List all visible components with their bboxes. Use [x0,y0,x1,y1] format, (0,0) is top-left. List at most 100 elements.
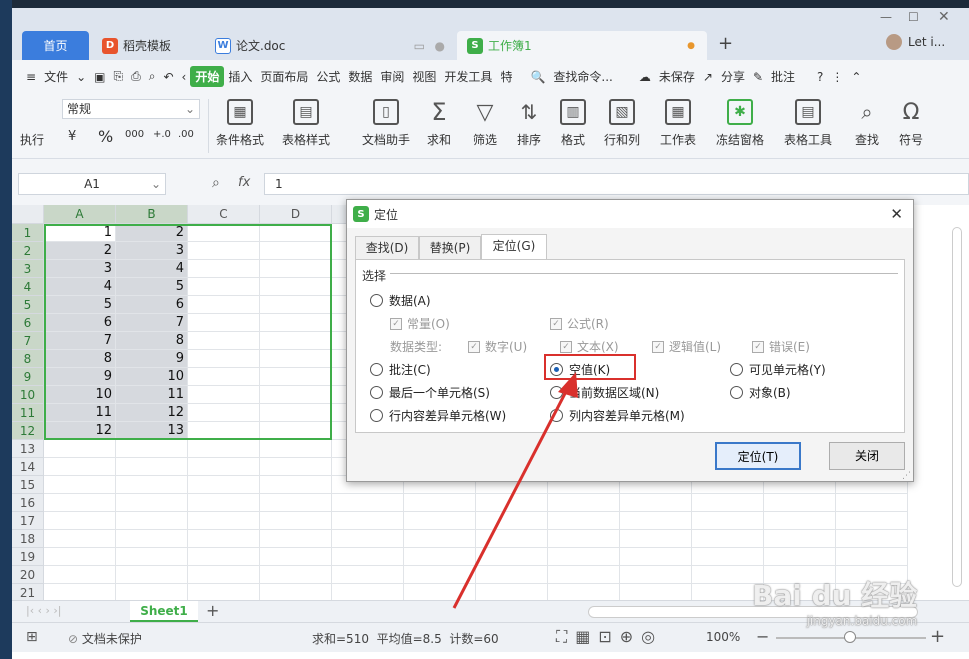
menu-page-layout[interactable]: 页面布局 [256,68,312,85]
row-header-15[interactable]: 15 [12,476,44,494]
cell[interactable] [188,440,260,458]
radio-current-region-circle[interactable] [550,386,563,399]
menu-home[interactable]: 开始 [190,66,225,87]
cell[interactable] [404,512,476,530]
cell[interactable] [44,584,116,600]
row-header-6[interactable]: 6 [12,314,44,332]
cell[interactable]: 10 [116,368,188,386]
cell[interactable] [260,530,332,548]
cell[interactable] [548,530,620,548]
share-icon[interactable]: ↗ [699,70,717,84]
cell[interactable] [188,530,260,548]
cell[interactable] [404,530,476,548]
column-header-a[interactable]: A [44,205,116,224]
locate-button[interactable]: 定位(T) [715,442,801,470]
cell[interactable] [260,404,332,422]
cell[interactable] [476,566,548,584]
view-mode-icons[interactable]: ⛶▦⊡⊕◎ [556,627,663,647]
symbol-button[interactable]: Ω 符号 [898,99,924,148]
cell[interactable]: 11 [116,386,188,404]
cell[interactable] [476,584,548,600]
maximize-button[interactable]: ☐ [908,10,919,24]
radio-last-cell[interactable]: 最后一个单元格(S) [370,384,490,401]
row-header-11[interactable]: 11 [12,404,44,422]
menu-data[interactable]: 数据 [344,68,376,85]
row-header-19[interactable]: 19 [12,548,44,566]
cell[interactable] [836,512,908,530]
row-header-8[interactable]: 8 [12,350,44,368]
formula-input[interactable]: 1 [264,173,969,195]
menu-view[interactable]: 视图 [408,68,440,85]
cell[interactable]: 6 [116,296,188,314]
cell[interactable] [188,404,260,422]
cell[interactable] [764,494,836,512]
cell[interactable] [116,494,188,512]
menu-insert[interactable]: 插入 [224,68,256,85]
rowcol-button[interactable]: ▧ 行和列 [604,99,640,148]
save-icon[interactable]: ▣ [90,70,109,84]
radio-comment-circle[interactable] [370,363,383,376]
resize-grip-icon[interactable]: ⋰ [902,471,911,481]
unsaved-status[interactable]: 未保存 [655,68,699,85]
row-header-16[interactable]: 16 [12,494,44,512]
find-button[interactable]: ⌕ 查找 [854,99,880,148]
corner-select-all[interactable] [12,205,44,224]
tab-find[interactable]: 查找(D) [355,236,419,260]
cell[interactable] [620,584,692,600]
tab-workbook[interactable]: S 工作簿1 ● [457,31,707,60]
cell[interactable] [692,548,764,566]
cell[interactable] [188,386,260,404]
cell[interactable] [188,296,260,314]
row-header-12[interactable]: 12 [12,422,44,440]
zoom-out-button[interactable]: − [756,627,769,646]
new-tab-button[interactable]: + [718,33,733,54]
cell[interactable] [548,494,620,512]
cell[interactable] [620,566,692,584]
cell[interactable] [620,530,692,548]
protect-status[interactable]: ⊘ 文档未保护 [68,630,142,647]
cell[interactable]: 2 [116,224,188,242]
preview-icon[interactable]: ⌕ [145,69,160,84]
cell[interactable] [116,548,188,566]
undo-icon[interactable]: ↶ [159,70,177,84]
cell[interactable] [188,548,260,566]
cell[interactable] [44,530,116,548]
tab-home[interactable]: 首页 [22,31,89,60]
add-sheet-button[interactable]: + [206,601,219,620]
avatar[interactable] [886,34,902,50]
cell[interactable] [836,548,908,566]
radio-visible-circle[interactable] [730,363,743,376]
cell[interactable] [692,530,764,548]
cell[interactable]: 9 [116,350,188,368]
cell[interactable] [692,494,764,512]
cell[interactable] [404,566,476,584]
tab-replace[interactable]: 替换(P) [419,236,481,260]
cloud-icon[interactable]: ☁ [635,70,655,84]
sheet-nav-icons[interactable]: |‹ ‹ › ›| [26,604,62,617]
row-header-2[interactable]: 2 [12,242,44,260]
cell[interactable] [44,566,116,584]
cond-format-button[interactable]: ▦ 条件格式 [216,99,264,148]
sort-button[interactable]: ⇅ 排序 [516,99,542,148]
cell[interactable] [476,530,548,548]
cell[interactable] [260,242,332,260]
freeze-button[interactable]: ✱ 冻结窗格 [716,99,764,148]
row-header-9[interactable]: 9 [12,368,44,386]
menu-review[interactable]: 审阅 [376,68,408,85]
cell[interactable] [260,458,332,476]
tab-templates[interactable]: D 稻壳模板 [92,31,204,60]
cell[interactable]: 1 [44,224,116,242]
cell[interactable]: 4 [116,260,188,278]
more-icon[interactable]: ⋮ [827,70,847,84]
zoom-formula-icon[interactable]: ⌕ [212,175,220,191]
menu-special[interactable]: 特 [496,68,516,85]
cell[interactable] [188,458,260,476]
cell[interactable] [332,512,404,530]
cell[interactable]: 4 [44,278,116,296]
column-header-c[interactable]: C [188,205,260,224]
zoom-level[interactable]: 100% [706,630,740,644]
menu-formula[interactable]: 公式 [312,68,344,85]
cell[interactable] [404,494,476,512]
collapse-ribbon-icon[interactable]: ⌃ [847,70,865,84]
worksheet-button[interactable]: ▦ 工作表 [660,99,696,148]
